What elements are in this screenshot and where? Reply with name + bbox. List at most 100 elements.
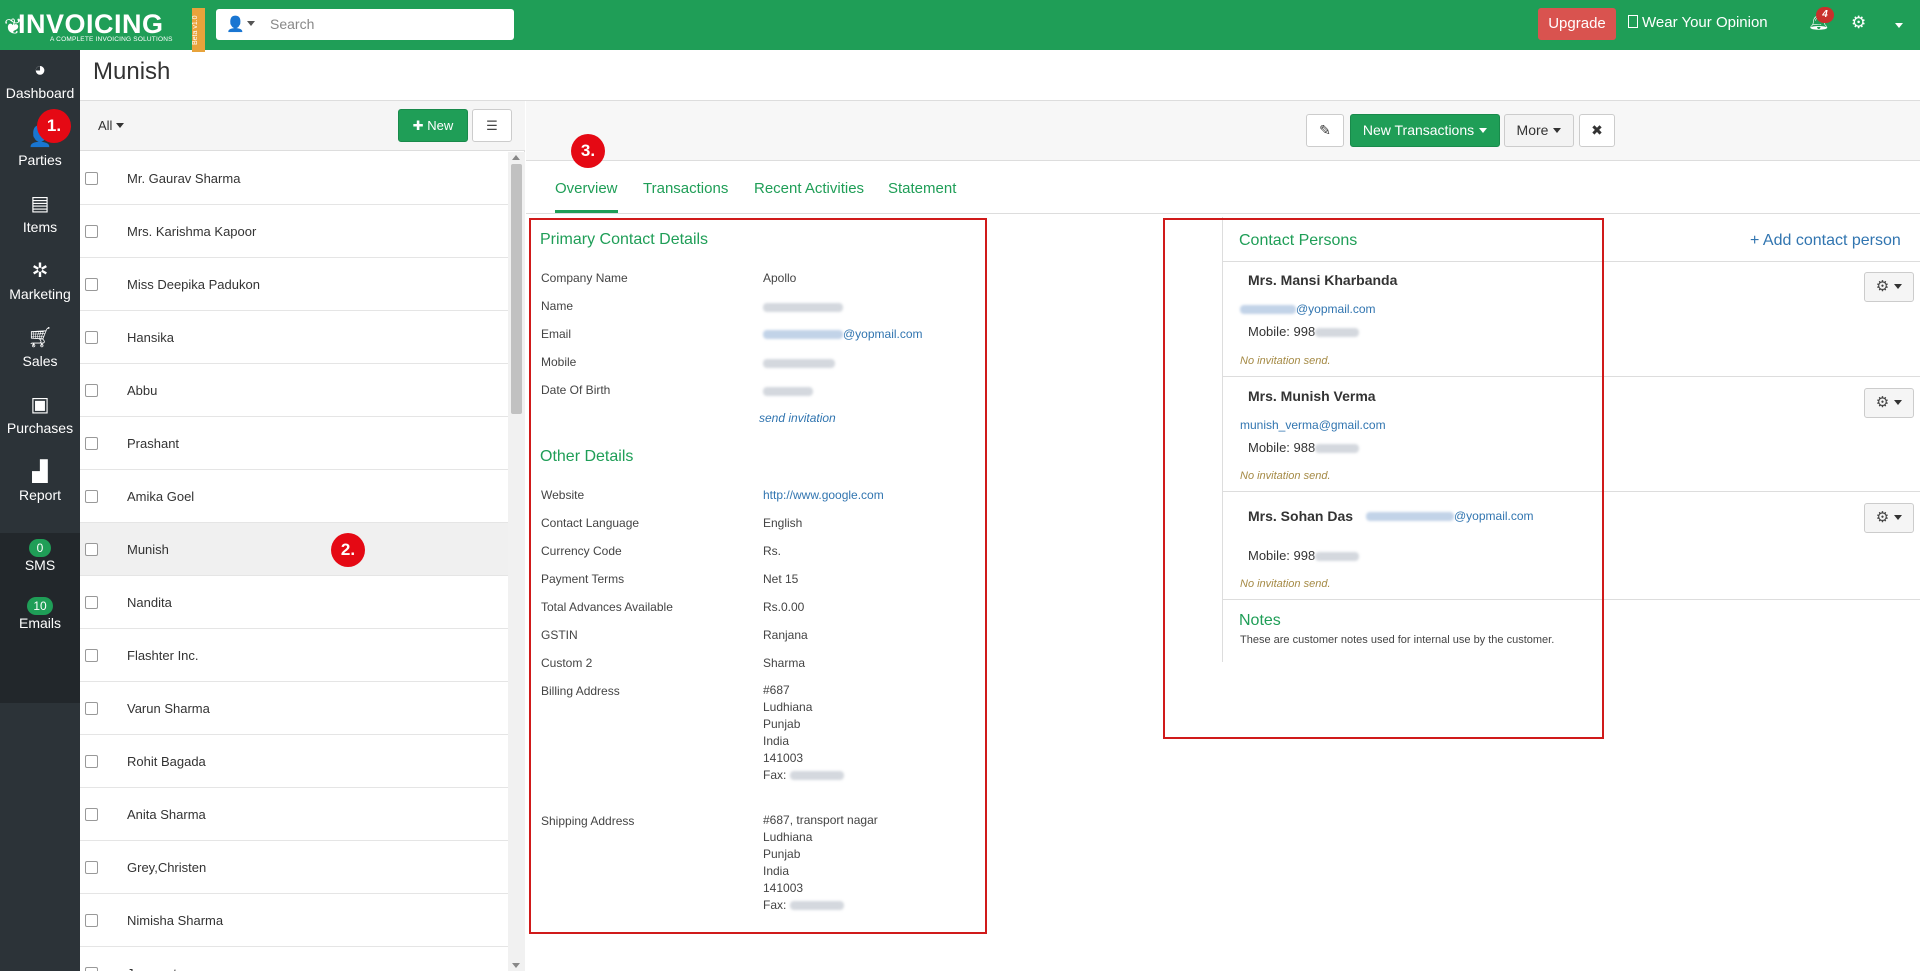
list-item[interactable]: Varun Sharma — [80, 682, 508, 735]
scroll-thumb[interactable] — [511, 164, 522, 414]
row-checkbox[interactable] — [85, 490, 98, 503]
contact-settings-button[interactable]: ⚙ — [1864, 503, 1914, 533]
sidebar-item-label: Items — [22, 219, 58, 235]
party-name: Mrs. Karishma Kapoor — [127, 224, 257, 239]
list-item[interactable]: Mr. Gaurav Sharma — [80, 152, 508, 205]
search-input[interactable] — [270, 14, 500, 34]
new-label: New — [427, 118, 454, 133]
fax-label: Fax: — [763, 898, 787, 912]
scroll-up-icon[interactable] — [512, 155, 520, 160]
step-marker-3: 3. — [571, 134, 605, 168]
chevron-down-icon — [1479, 128, 1488, 133]
list-item[interactable]: Amika Goel — [80, 470, 508, 523]
email-domain: @yopmail.com — [843, 327, 923, 341]
custom-2-value: Sharma — [763, 656, 806, 670]
cart-icon: 🛒︎ — [27, 327, 53, 349]
sidebar-item-dashboard[interactable]: ◕ Dashboard — [0, 50, 80, 117]
website-link[interactable]: http://www.google.com — [763, 487, 884, 504]
list-item[interactable]: Hansika — [80, 311, 508, 364]
address-line: 141003 — [763, 751, 804, 765]
contact-settings-button[interactable]: ⚙ — [1864, 272, 1914, 302]
close-button[interactable]: ✖ — [1579, 114, 1615, 147]
chevron-down-icon — [1553, 128, 1562, 133]
row-checkbox[interactable] — [85, 172, 98, 185]
list-view-toggle-button[interactable]: ☰ — [472, 109, 512, 142]
more-dropdown-button[interactable]: More — [1504, 114, 1574, 147]
contact-language-value: English — [763, 516, 803, 530]
row-checkbox[interactable] — [85, 543, 98, 556]
list-item[interactable]: Grey,Christen — [80, 841, 508, 894]
edit-button[interactable]: ✎ — [1306, 114, 1344, 147]
list-item[interactable]: Nimisha Sharma — [80, 894, 508, 947]
scroll-down-icon[interactable] — [512, 963, 520, 968]
row-checkbox[interactable] — [85, 331, 98, 344]
row-checkbox[interactable] — [85, 755, 98, 768]
wear-your-opinion-link[interactable]: Wear Your Opinion — [1628, 14, 1768, 31]
field-label: Name — [541, 299, 574, 313]
sidebar-item-items[interactable]: ▤ Items — [0, 184, 80, 251]
tab-transactions[interactable]: Transactions — [643, 180, 728, 197]
row-checkbox[interactable] — [85, 225, 98, 238]
sidebar-item-sms[interactable]: 0 SMS — [0, 539, 80, 597]
row-checkbox[interactable] — [85, 596, 98, 609]
detail-toolbar: ✎ New Transactions More ✖ — [526, 101, 1920, 161]
row-checkbox[interactable] — [85, 808, 98, 821]
row-checkbox[interactable] — [85, 861, 98, 874]
list-item[interactable]: Flashter Inc. — [80, 629, 508, 682]
row-checkbox[interactable] — [85, 914, 98, 927]
sidebar-item-sales[interactable]: 🛒︎ Sales — [0, 318, 80, 385]
list-item[interactable]: Anita Sharma — [80, 788, 508, 841]
new-transactions-label: New Transactions — [1362, 122, 1475, 138]
list-item[interactable]: Prashant — [80, 417, 508, 470]
list-item[interactable]: Abbu — [80, 364, 508, 417]
other-details-title: Other Details — [540, 448, 634, 465]
total-advances-value: Rs.0.00 — [763, 600, 805, 614]
contact-settings-button[interactable]: ⚙ — [1864, 388, 1914, 418]
tab-recent-activities[interactable]: Recent Activities — [754, 180, 864, 197]
row-checkbox[interactable] — [85, 967, 98, 971]
list-item[interactable]: Munish — [80, 523, 508, 576]
gear-icon[interactable]: ⚙ — [1851, 13, 1866, 33]
sidebar-item-emails[interactable]: 10 Emails — [0, 597, 80, 655]
party-name: Jaspreet — [127, 966, 177, 971]
field-label: Website — [541, 488, 585, 502]
list-item[interactable]: Miss Deepika Padukon — [80, 258, 508, 311]
new-transactions-button[interactable]: New Transactions — [1350, 114, 1500, 147]
email-value[interactable]: @yopmail.com — [763, 326, 923, 343]
new-party-button[interactable]: ✚ New — [398, 109, 468, 142]
mobile-value — [763, 355, 835, 372]
field-label: Shipping Address — [541, 814, 635, 828]
sidebar-item-marketing[interactable]: ✲ Marketing — [0, 251, 80, 318]
sidebar-item-label: Emails — [18, 615, 61, 631]
list-item[interactable]: Nandita — [80, 576, 508, 629]
logo-subtitle: A COMPLETE INVOICING SOLUTIONS — [50, 36, 173, 43]
tab-overview[interactable]: Overview — [555, 180, 618, 213]
list-item[interactable]: Mrs. Karishma Kapoor — [80, 205, 508, 258]
row-checkbox[interactable] — [85, 437, 98, 450]
row-checkbox[interactable] — [85, 384, 98, 397]
add-contact-person-link[interactable]: + Add contact person — [1750, 232, 1901, 250]
address-line: #687 — [763, 683, 790, 697]
currency-code-value: Rs. — [763, 544, 781, 558]
user-filter-icon[interactable]: 👤 — [226, 15, 245, 33]
list-item[interactable]: Jaspreet — [80, 947, 508, 971]
row-checkbox[interactable] — [85, 649, 98, 662]
chevron-down-icon[interactable] — [247, 21, 255, 26]
app-logo[interactable]: ❦ INVOICING A COMPLETE INVOICING SOLUTIO… — [4, 6, 205, 52]
row-checkbox[interactable] — [85, 702, 98, 715]
chevron-down-icon[interactable] — [1895, 23, 1903, 28]
bag-icon: ▣ — [30, 394, 50, 416]
sidebar-item-report[interactable]: ▟ Report — [0, 452, 80, 519]
list-item[interactable]: Rohit Bagada — [80, 735, 508, 788]
send-invitation-link[interactable]: send invitation — [759, 410, 836, 427]
list-scrollbar[interactable] — [508, 152, 525, 971]
sidebar-item-label: Sales — [22, 353, 58, 369]
tab-statement[interactable]: Statement — [888, 180, 956, 197]
row-checkbox[interactable] — [85, 278, 98, 291]
sidebar-item-purchases[interactable]: ▣ Purchases — [0, 385, 80, 452]
page-title: Munish — [93, 58, 171, 85]
upgrade-button[interactable]: Upgrade — [1538, 8, 1616, 40]
sidebar-item-label: SMS — [24, 557, 56, 573]
filter-dropdown[interactable]: All — [98, 118, 125, 133]
fax-line: Fax: — [763, 767, 844, 784]
